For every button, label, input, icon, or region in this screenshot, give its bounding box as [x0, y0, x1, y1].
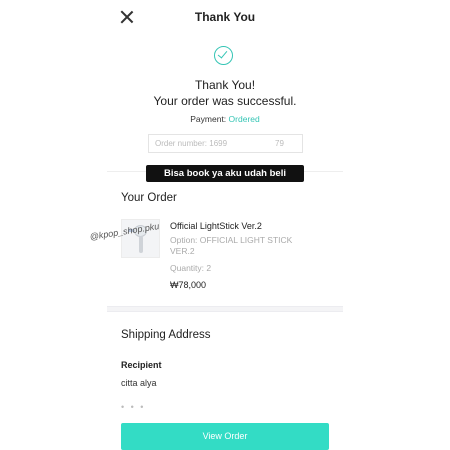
- lightstick-handle: [139, 236, 143, 253]
- product-quantity: Quantity: 2: [170, 263, 212, 273]
- success-check-icon: [214, 46, 233, 65]
- recipient-name: citta alya: [121, 378, 157, 388]
- view-order-button[interactable]: View Order: [121, 423, 329, 450]
- payment-status-line: Payment: Ordered: [107, 114, 343, 124]
- order-success-message: Your order was successful.: [153, 94, 297, 108]
- page-title: Thank You: [194, 10, 256, 24]
- more-details-indicator: • • •: [121, 402, 146, 412]
- section-separator: [107, 306, 343, 312]
- top-bar: Thank You: [107, 0, 343, 34]
- product-name: Official LightStick Ver.2: [170, 221, 262, 231]
- product-option-line2: VER.2: [170, 246, 195, 256]
- product-price: ₩78,000: [170, 280, 207, 290]
- payment-label: Payment:: [190, 114, 227, 124]
- order-number-field: Order number: 1699 79: [148, 134, 303, 153]
- story-caption-sticker: Bisa book ya aku udah beli: [146, 165, 304, 182]
- payment-status: Ordered: [228, 114, 260, 124]
- your-order-heading: Your Order: [121, 192, 177, 204]
- product-option-line1: Option: OFFICIAL LIGHT STICK: [170, 235, 293, 245]
- shipping-address-heading: Shipping Address: [121, 329, 211, 341]
- recipient-label: Recipient: [121, 360, 162, 370]
- thank-you-heading: Thank You!: [194, 78, 256, 92]
- product-option: Option: OFFICIAL LIGHT STICK VER.2: [170, 235, 320, 257]
